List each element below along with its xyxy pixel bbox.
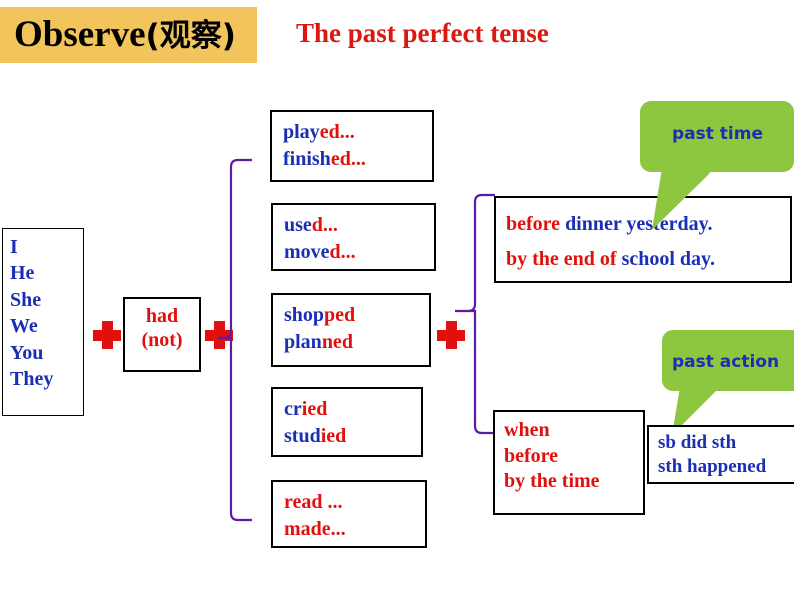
- pronoun-item: I: [10, 236, 18, 258]
- slide-canvas: Observe(观察) The past perfect tense I He …: [0, 0, 794, 596]
- verb-ending: d...: [329, 240, 356, 263]
- verb-ending: d...: [311, 214, 338, 236]
- time-phrase-line: before dinner yesterday.: [506, 207, 790, 242]
- auxiliary-had-box: had (not): [123, 297, 201, 372]
- verb-ending: ied: [320, 424, 347, 447]
- verb-ending: ned: [321, 330, 353, 353]
- time-complement: school day.: [616, 248, 715, 270]
- verb-stem: plan: [284, 330, 322, 353]
- clause-marker: by the time: [504, 470, 600, 493]
- pronoun-item: We: [10, 315, 38, 338]
- auxiliary-line: had: [145, 305, 179, 327]
- observe-banner: Observe(观察): [0, 7, 257, 63]
- pronoun-item: You: [10, 341, 44, 364]
- verb-stem: finish: [283, 147, 331, 170]
- observe-heading-en: Observe: [14, 14, 146, 55]
- verb-line: used...: [284, 212, 434, 239]
- verb-stem: shop: [284, 304, 325, 326]
- callout-past-time-label: past time: [672, 124, 764, 144]
- time-phrase-box: before dinner yesterday. by the end of s…: [494, 196, 792, 283]
- verb-line: moved...: [284, 239, 434, 266]
- observe-heading: Observe(观察): [14, 10, 236, 56]
- verb-ending: read ...: [284, 491, 343, 513]
- example-clause-box: sb did sth sth happened: [647, 425, 794, 484]
- clause-marker: before: [504, 444, 559, 467]
- example-clause-line: sth happened: [658, 456, 767, 478]
- pronoun-item: He: [10, 262, 35, 285]
- verb-line: finished...: [283, 146, 432, 173]
- verb-ending: ied: [301, 398, 328, 420]
- verb-box: played... finished...: [270, 110, 434, 182]
- verb-ending: ed...: [319, 121, 355, 143]
- auxiliary-line: (not): [141, 329, 183, 352]
- callout-past-action-label: past action: [672, 352, 780, 372]
- verb-line: read ...: [284, 489, 425, 516]
- verb-ending: made...: [284, 517, 346, 540]
- clause-marker: when: [504, 419, 550, 441]
- verb-ending: ed...: [330, 147, 366, 170]
- clause-marker-box: when before by the time: [493, 410, 645, 515]
- pronoun-item: They: [10, 367, 54, 390]
- verb-line: played...: [283, 119, 432, 146]
- verb-stem: play: [283, 121, 320, 143]
- observe-heading-cn: (观察): [145, 18, 236, 54]
- verb-stem: use: [284, 214, 312, 236]
- time-phrase-line: by the end of school day.: [506, 242, 790, 277]
- verb-line: planned: [284, 329, 429, 356]
- callout-past-time-tail: [652, 168, 728, 235]
- connector-brace-right: [455, 193, 497, 435]
- verb-line: studied: [284, 423, 421, 450]
- example-clause-line: sb did sth: [658, 432, 737, 453]
- verb-line: shopped: [284, 302, 429, 329]
- plus-sign-1: [93, 321, 121, 349]
- verb-box: cried studied: [271, 387, 423, 457]
- verb-ending: ped: [324, 304, 356, 326]
- slide-title: The past perfect tense: [296, 18, 549, 48]
- verb-box: used... moved...: [271, 203, 436, 271]
- verb-line: cried: [284, 396, 421, 423]
- subject-pronoun-box: I He She We You They: [2, 228, 84, 416]
- verb-box: shopped planned: [271, 293, 431, 367]
- verb-stem: cr: [284, 398, 302, 420]
- time-marker: by the end of: [506, 248, 617, 270]
- verb-box: read ... made...: [271, 480, 427, 548]
- verb-line: made...: [284, 516, 425, 543]
- time-marker: before: [506, 213, 561, 235]
- verb-stem: stud: [284, 424, 321, 447]
- connector-brace-left: [218, 158, 254, 522]
- pronoun-item: She: [10, 288, 42, 311]
- verb-stem: move: [284, 240, 330, 263]
